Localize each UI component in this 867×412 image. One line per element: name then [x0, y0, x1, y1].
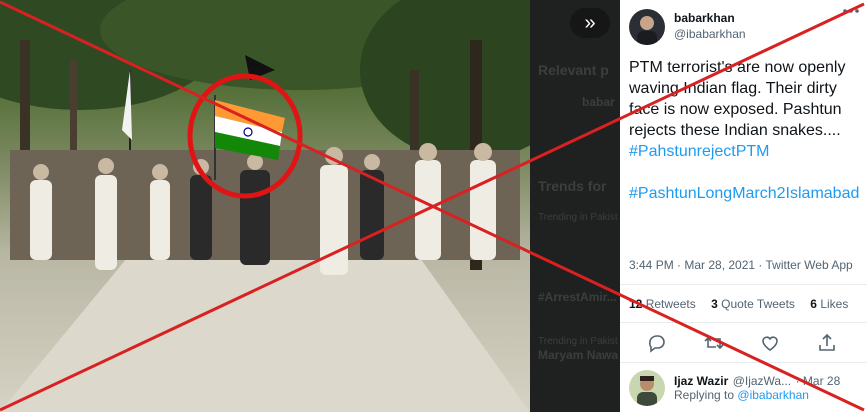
- ghost-label: babar: [582, 95, 615, 109]
- media-viewer-panel: Relevant p babar Trends for Trending in …: [530, 0, 620, 412]
- avatar[interactable]: [629, 9, 665, 45]
- replying-to-handle[interactable]: @ibabarkhan: [737, 388, 809, 402]
- chevrons-right-icon[interactable]: »: [570, 8, 610, 38]
- retweets-count: 12: [629, 297, 643, 311]
- tweet-text: PTM terrorist's are now openly waving In…: [629, 57, 861, 204]
- action-bar: [620, 332, 867, 354]
- more-dots-icon[interactable]: [841, 6, 861, 16]
- ghost-label: Trending in Pakist: [538, 212, 618, 223]
- divider: [620, 284, 867, 285]
- like-icon[interactable]: [759, 332, 781, 354]
- reply-author-name[interactable]: Ijaz Wazir: [674, 374, 728, 388]
- quotes-count: 3: [711, 297, 718, 311]
- retweet-icon[interactable]: [703, 332, 725, 354]
- likes-stat[interactable]: 6 Likes: [810, 297, 848, 311]
- hashtag-link[interactable]: #PashtunLongMarch2Islamabad: [629, 183, 861, 204]
- ghost-label: Trending in Pakist: [538, 336, 618, 347]
- replying-to: Replying to @ibabarkhan: [674, 388, 809, 402]
- replying-prefix: Replying to: [674, 388, 735, 402]
- tweet-timestamp[interactable]: 3:44 PM · Mar 28, 2021 · Twitter Web App: [629, 258, 853, 272]
- tweet-photo[interactable]: [0, 0, 530, 412]
- author-handle[interactable]: @ibabarkhan: [674, 27, 746, 41]
- author-name[interactable]: babarkhan: [674, 11, 735, 25]
- reply-author-handle[interactable]: @IjazWa...: [733, 374, 791, 388]
- ghost-label: #ArrestAmir...: [538, 290, 617, 304]
- tweet-body: PTM terrorist's are now openly waving In…: [629, 59, 846, 139]
- likes-count: 6: [810, 297, 817, 311]
- retweets-stat[interactable]: 12 Retweets: [629, 297, 696, 311]
- likes-label: Likes: [820, 297, 849, 311]
- divider: [620, 322, 867, 323]
- reply-date[interactable]: · Mar 28: [796, 374, 841, 388]
- ghost-label: Trends for: [538, 178, 607, 194]
- reply-avatar[interactable]: [629, 370, 665, 406]
- tweet-panel: babarkhan @ibabarkhan PTM terrorist's ar…: [620, 0, 867, 412]
- hashtag-link[interactable]: #PahstunrejectPTM: [629, 141, 861, 162]
- retweets-label: Retweets: [645, 297, 696, 311]
- divider: [620, 362, 867, 363]
- reply-icon[interactable]: [646, 332, 668, 354]
- march-photo: [0, 0, 530, 412]
- quotes-label: Quote Tweets: [721, 297, 795, 311]
- ghost-label: Relevant p: [538, 62, 609, 78]
- share-icon[interactable]: [816, 332, 838, 354]
- engagement-stats: 12 Retweets 3 Quote Tweets 6 Likes: [629, 297, 860, 311]
- ghost-label: Maryam Nawa: [538, 348, 619, 362]
- quotes-stat[interactable]: 3 Quote Tweets: [711, 297, 795, 311]
